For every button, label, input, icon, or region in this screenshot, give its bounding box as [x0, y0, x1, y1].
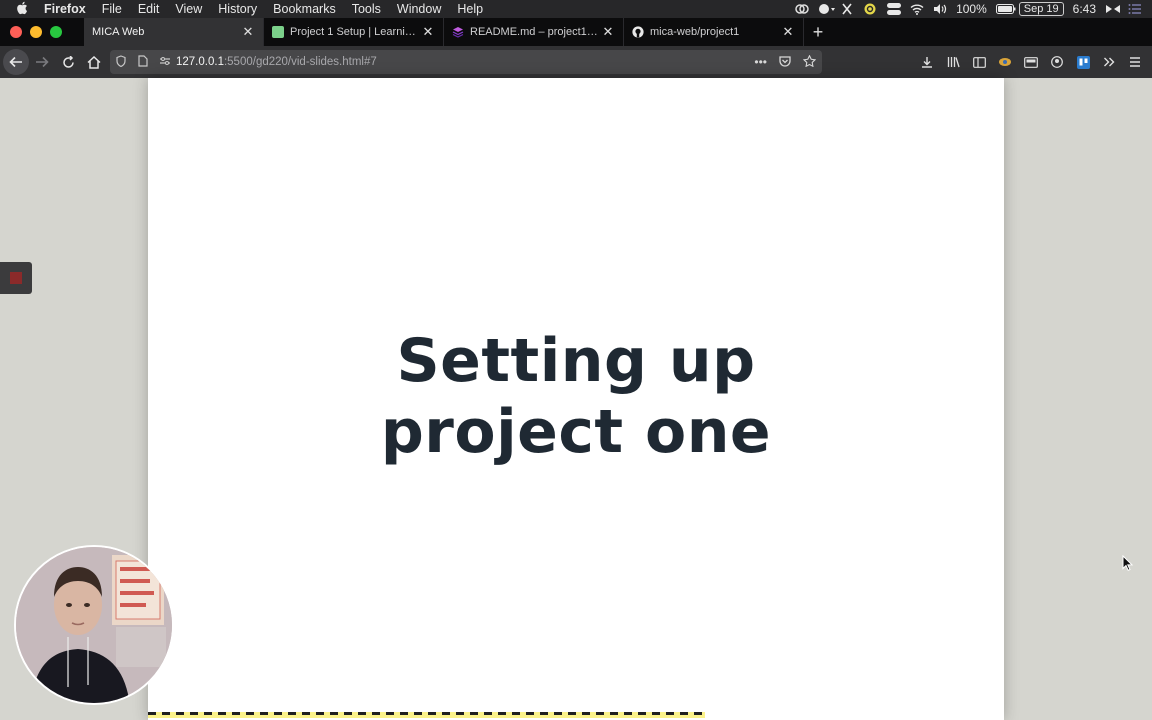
account-icon[interactable] — [1046, 51, 1068, 73]
slide: Setting up project one — [148, 78, 1004, 720]
tab-readme[interactable]: README.md – project1-jwoods ✕ — [444, 18, 624, 46]
tab-mica-web[interactable]: MICA Web ✕ — [84, 18, 264, 46]
volume-icon[interactable] — [933, 3, 947, 15]
tab-label: README.md – project1-jwoods — [470, 26, 601, 38]
recording-stop-button[interactable] — [0, 262, 32, 294]
tab-bar: MICA Web ✕ Project 1 Setup | Learning We… — [0, 18, 1152, 46]
page-favicon-icon — [272, 26, 284, 38]
apple-menu-icon[interactable] — [0, 1, 44, 18]
battery-percent: 100% — [956, 2, 987, 16]
close-tab-icon[interactable]: ✕ — [601, 24, 615, 40]
close-tab-icon[interactable]: ✕ — [781, 24, 795, 40]
menu-help[interactable]: Help — [449, 0, 491, 18]
bookmark-star-icon[interactable] — [802, 54, 817, 70]
pocket-icon[interactable] — [779, 55, 791, 70]
minimize-window-icon[interactable] — [30, 26, 42, 38]
slide-title-line-1: Setting up — [396, 326, 756, 396]
webcam-overlay — [14, 545, 174, 705]
screenshot-icon[interactable] — [1020, 51, 1042, 73]
hamburger-menu-icon[interactable] — [1124, 51, 1146, 73]
slide-title-line-2: project one — [380, 397, 772, 467]
stack-favicon-icon — [452, 26, 464, 38]
nav-toolbar: 127.0.0.1:5500/gd220/vid-slides.html#7 •… — [0, 46, 1152, 78]
page-viewport: Setting up project one — [0, 78, 1152, 720]
url-bar[interactable]: 127.0.0.1:5500/gd220/vid-slides.html#7 •… — [110, 50, 822, 74]
dashed-border — [148, 712, 705, 715]
menu-view[interactable]: View — [167, 0, 210, 18]
macos-menu-bar: Firefox File Edit View History Bookmarks… — [0, 0, 1152, 18]
close-tab-icon[interactable]: ✕ — [241, 24, 255, 40]
library-icon[interactable] — [942, 51, 964, 73]
clock-time[interactable]: 6:43 — [1073, 2, 1096, 16]
page-actions-icon[interactable]: ••• — [754, 55, 767, 70]
stop-square-icon — [10, 272, 22, 284]
date-display[interactable]: Sep 19 — [1018, 2, 1064, 16]
close-tab-icon[interactable]: ✕ — [421, 24, 435, 40]
url-text: 127.0.0.1:5500/gd220/vid-slides.html#7 — [176, 56, 377, 68]
control-toggle-icon[interactable] — [887, 3, 902, 15]
mouse-cursor-icon — [1122, 555, 1134, 571]
webcam-video-image — [16, 547, 172, 703]
permissions-icon[interactable] — [154, 56, 176, 69]
status-area: 100% Sep 19 6:43 — [795, 0, 1152, 18]
reload-button[interactable] — [55, 49, 81, 75]
trello-icon[interactable] — [1072, 51, 1094, 73]
url-host: 127.0.0.1 — [176, 56, 224, 68]
slide-title: Setting up project one — [148, 326, 1004, 468]
menu-firefox[interactable]: Firefox — [44, 0, 94, 18]
creative-cloud-icon[interactable] — [795, 3, 809, 15]
github-icon — [632, 26, 644, 38]
extension-icon[interactable] — [994, 51, 1016, 73]
back-button[interactable] — [3, 49, 29, 75]
forward-button[interactable] — [29, 49, 55, 75]
menu-file[interactable]: File — [94, 0, 130, 18]
battery-icon[interactable] — [995, 3, 1016, 15]
menu-edit[interactable]: Edit — [130, 0, 168, 18]
new-tab-button[interactable]: + — [804, 18, 832, 46]
menu-bookmarks[interactable]: Bookmarks — [265, 0, 344, 18]
sidebar-icon[interactable] — [968, 51, 990, 73]
url-path: :5500/gd220/vid-slides.html#7 — [223, 56, 377, 68]
tab-label: Project 1 Setup | Learning Web — [290, 26, 421, 38]
recording-tool-icon[interactable] — [841, 3, 855, 15]
chat-bubble-icon[interactable] — [818, 3, 836, 15]
bowtie-icon[interactable] — [1105, 3, 1120, 15]
grammarly-icon[interactable] — [864, 3, 878, 15]
close-window-icon[interactable] — [10, 26, 22, 38]
menu-history[interactable]: History — [210, 0, 265, 18]
wifi-icon[interactable] — [910, 3, 924, 15]
tab-label: mica-web/project1 — [650, 26, 740, 38]
tab-label: MICA Web — [92, 26, 145, 38]
overflow-chevron-icon[interactable] — [1098, 51, 1120, 73]
highlight-divider — [148, 712, 705, 718]
zoom-window-icon[interactable] — [50, 26, 62, 38]
toolbar-right — [916, 46, 1146, 78]
menu-window[interactable]: Window — [389, 0, 449, 18]
page-info-icon[interactable] — [132, 54, 154, 70]
tab-project1-setup[interactable]: Project 1 Setup | Learning Web ✕ — [264, 18, 444, 46]
tracking-shield-icon[interactable] — [110, 54, 132, 70]
downloads-icon[interactable] — [916, 51, 938, 73]
menu-tools[interactable]: Tools — [344, 0, 389, 18]
tab-github-project1[interactable]: mica-web/project1 ✕ — [624, 18, 804, 46]
home-button[interactable] — [81, 49, 107, 75]
window-controls — [0, 18, 84, 46]
notification-center-icon[interactable] — [1128, 3, 1142, 15]
